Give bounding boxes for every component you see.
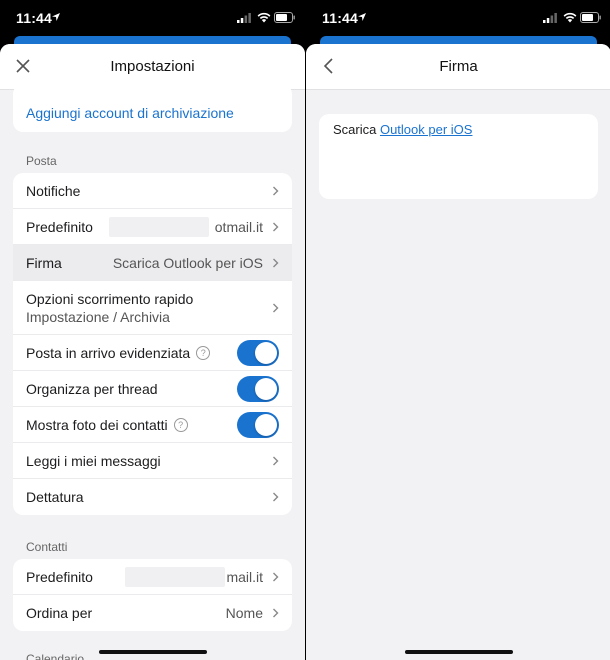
dictation-label: Dettatura [26,489,84,505]
battery-icon [580,12,601,23]
contatti-card: Predefinito mail.it Ordina per Nome [13,559,292,631]
wifi-icon [563,12,577,23]
chevron-right-icon [273,186,279,195]
chevron-right-icon [273,608,279,618]
page-title: Firma [439,58,478,75]
contatti-predefinito-label: Predefinito [26,568,93,585]
redacted-email [109,217,209,237]
predefinito-label: Predefinito [26,218,93,235]
thread-row: Organizza per thread [13,371,292,407]
status-bar: 11:44 [0,0,305,38]
nav-bar: Firma [306,44,610,90]
swipe-options-text: Opzioni scorrimento rapido Impostazione … [26,290,193,326]
page-title: Impostazioni [110,58,195,75]
posta-card: Notifiche Predefinito otmail.it Firma Sc… [13,173,292,515]
signature-content: Scarica Outlook per iOS [306,90,610,660]
contact-photos-label: Mostra foto dei contatti [26,416,168,433]
chevron-right-icon [273,456,279,465]
sort-by-row[interactable]: Ordina per Nome [13,595,292,631]
chevron-right-icon [273,258,279,267]
dictation-row[interactable]: Dettatura [13,479,292,515]
predefinito-value: otmail.it [214,218,263,235]
focused-inbox-toggle[interactable] [237,339,279,366]
chevron-right-icon [273,492,279,502]
predefinito-mail-row[interactable]: Predefinito otmail.it [13,209,292,245]
firma-row[interactable]: Firma Scarica Outlook per iOS [13,245,292,281]
home-indicator[interactable] [98,650,207,654]
home-indicator[interactable] [404,650,513,654]
focused-inbox-row: Posta in arrivo evidenziata ? [13,335,292,371]
swipe-options-label: Opzioni scorrimento rapido [26,290,194,307]
sort-by-label: Ordina per [26,605,93,621]
status-time: 11:44 [322,10,359,26]
cellular-signal-icon [237,13,251,23]
help-icon[interactable]: ? [196,345,211,360]
focused-inbox-label: Posta in arrivo evidenziata [26,344,191,361]
section-header-calendario: Calendario [26,652,85,660]
location-arrow-icon [52,13,60,21]
signature-prefix: Scarica [333,122,380,137]
add-storage-label: Aggiungi account di archiviazione [26,105,234,121]
location-arrow-icon [358,13,366,21]
sort-by-value: Nome [225,605,263,621]
read-messages-row[interactable]: Leggi i miei messaggi [13,443,292,479]
toggle-knob [255,377,277,400]
signature-sheet: Firma Scarica Outlook per iOS [306,44,610,660]
signature-screen: 11:44 Firma Scarica Outlook per iOS [306,0,610,660]
swipe-options-row[interactable]: Opzioni scorrimento rapido Impostazione … [13,281,292,335]
contatti-predefinito-row[interactable]: Predefinito mail.it [13,559,292,595]
redacted-email [125,567,225,587]
chevron-right-icon [273,222,279,231]
thread-label: Organizza per thread [26,380,158,397]
toggle-knob [255,413,277,436]
storage-card: Aggiungi account di archiviazione [13,84,292,132]
section-header-posta: Posta [26,154,57,168]
cellular-signal-icon [543,13,557,23]
notifiche-row[interactable]: Notifiche [13,173,292,209]
signature-link[interactable]: Outlook per iOS [380,122,473,137]
chevron-right-icon [273,572,279,581]
status-bar: 11:44 [306,0,610,38]
thread-toggle[interactable] [237,375,279,402]
section-header-contatti: Contatti [26,540,68,554]
signature-editor[interactable]: Scarica Outlook per iOS [319,114,598,199]
notifiche-label: Notifiche [26,182,81,199]
chevron-right-icon [273,303,279,312]
battery-icon [274,12,295,23]
read-messages-label: Leggi i miei messaggi [26,452,161,469]
settings-sheet: Impostazioni Aggiungi account di archivi… [0,44,305,660]
help-icon[interactable]: ? [173,417,188,432]
firma-label: Firma [26,254,62,271]
contact-photos-row: Mostra foto dei contatti ? [13,407,292,443]
toggle-knob [255,341,277,364]
wifi-icon [257,12,271,23]
contact-photos-toggle[interactable] [237,411,279,438]
settings-content: Aggiungi account di archiviazione Posta … [0,84,305,660]
add-storage-account-link[interactable]: Aggiungi account di archiviazione [13,84,292,132]
swipe-options-sub: Impostazione / Archivia [26,308,170,325]
firma-value: Scarica Outlook per iOS [112,254,263,271]
settings-screen: 11:44 Impostazioni Aggiungi account di a… [0,0,305,660]
status-time: 11:44 [16,10,53,26]
